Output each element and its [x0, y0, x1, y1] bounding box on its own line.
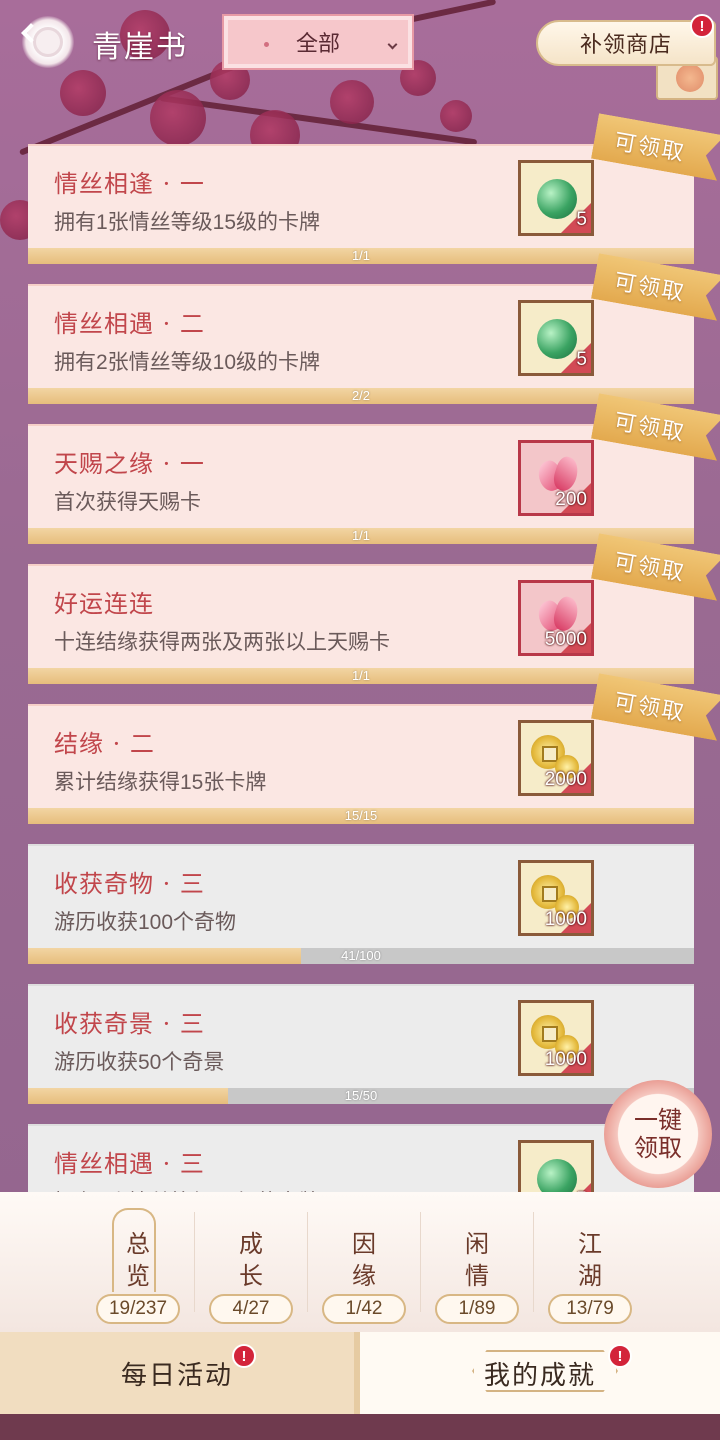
reclaim-shop-button[interactable]: 补领商店	[536, 20, 716, 66]
reward-item[interactable]: 5	[518, 300, 594, 376]
achievement-card[interactable]: 情丝相遇 · 二拥有2张情丝等级10级的卡牌 5 2/2 可领取	[28, 284, 694, 408]
category-tab[interactable]: 闲 情 1/89	[429, 1204, 525, 1324]
reward-quantity: 1000	[544, 909, 587, 930]
dot-icon	[264, 42, 269, 47]
progress-text: 2/2	[351, 388, 371, 403]
claim-tag-label: 可领取	[612, 129, 688, 167]
progress-bar: 15/50	[28, 1088, 694, 1104]
claim-all-button[interactable]: 一键领取	[604, 1080, 712, 1188]
progress-text: 1/1	[351, 668, 371, 683]
category-tab[interactable]: 江 湖 13/79	[542, 1204, 638, 1324]
reward-quantity: 5000	[544, 629, 587, 650]
category-tab[interactable]: 因 缘 1/42	[316, 1204, 412, 1324]
achievement-description: 游历收获50个奇景	[54, 1051, 225, 1074]
shop-notification-badge: !	[690, 14, 714, 38]
active-tab-frame	[472, 1350, 618, 1392]
progress-text: 1/1	[351, 248, 371, 263]
achievement-name: 收获奇景 · 三	[54, 1010, 205, 1038]
achievement-name: 结缘 · 二	[54, 730, 155, 758]
tab-daily-activities[interactable]: 每日活动	[0, 1332, 360, 1414]
progress-bar: 2/2	[28, 388, 694, 404]
reward-quantity: 200	[555, 489, 587, 510]
reward-quantity: 5	[576, 209, 587, 230]
category-count: 13/79	[548, 1294, 632, 1324]
daily-notification-badge: !	[232, 1344, 256, 1368]
reward-item[interactable]: 1000	[518, 1000, 594, 1076]
category-name: 闲 情	[465, 1230, 489, 1290]
claim-tag-label: 可领取	[612, 689, 688, 727]
category-filter-dropdown[interactable]: 全部	[222, 14, 414, 70]
achievement-name: 天赐之缘 · 一	[54, 450, 205, 478]
reward-quantity: 2000	[544, 769, 587, 790]
category-name: 因 缘	[352, 1230, 376, 1290]
progress-bar: 41/100	[28, 948, 694, 964]
reward-quantity: 5	[576, 349, 587, 370]
claim-all-label: 一键领取	[634, 1106, 682, 1162]
daily-tab-label: 每日活动	[120, 1360, 233, 1391]
filter-value: 全部	[295, 31, 340, 56]
category-count: 1/89	[435, 1294, 519, 1324]
achievement-card[interactable]: 结缘 · 二累计结缘获得15张卡牌 2000 15/15 可领取	[28, 704, 694, 828]
progress-text: 1/1	[351, 528, 371, 543]
reward-item[interactable]: 5000	[518, 580, 594, 656]
shop-label: 补领商店	[579, 33, 672, 58]
reward-item[interactable]: 5	[518, 160, 594, 236]
achievement-name: 情丝相遇 · 二	[54, 310, 205, 338]
progress-bar: 1/1	[28, 668, 694, 684]
reward-item[interactable]: 1000	[518, 860, 594, 936]
mine-notification-badge: !	[608, 1344, 632, 1368]
category-tab[interactable]: 总 览 19/237	[90, 1204, 186, 1324]
category-count: 19/237	[96, 1294, 180, 1324]
achievement-description: 首次获得天赐卡	[54, 491, 201, 514]
reward-quantity: 1000	[544, 1049, 587, 1070]
achievement-card[interactable]: 情丝相逢 · 一拥有1张情丝等级15级的卡牌 5 1/1 可领取	[28, 144, 694, 268]
achievement-name: 收获奇物 · 三	[54, 870, 205, 898]
progress-bar: 1/1	[28, 528, 694, 544]
progress-bar: 1/1	[28, 248, 694, 264]
claim-tag-label: 可领取	[612, 549, 688, 587]
achievement-card[interactable]: 好运连连 十连结缘获得两张及两张以上天赐卡 5000 1/1 可领取	[28, 564, 694, 688]
achievement-description: 十连结缘获得两张及两张以上天赐卡	[54, 631, 390, 654]
tab-divider	[307, 1212, 308, 1312]
achievement-card[interactable]: 收获奇景 · 三游历收获50个奇景 1000 15/50	[28, 984, 694, 1108]
footer-strip	[0, 1414, 720, 1440]
achievement-description: 游历收获100个奇物	[54, 911, 237, 934]
category-tabs: 总 览 19/237 成 长 4/27 因 缘 1/42 闲 情 1/89 江 湖 13/79	[0, 1192, 720, 1332]
achievement-description: 拥有1张情丝等级15级的卡牌	[54, 211, 321, 234]
claim-tag-label: 可领取	[612, 409, 688, 447]
chevron-down-icon	[387, 39, 398, 50]
tab-divider	[533, 1212, 534, 1312]
achievement-card[interactable]: 收获奇物 · 三游历收获100个奇物 1000 41/100	[28, 844, 694, 968]
achievement-description: 拥有2张情丝等级10级的卡牌	[54, 351, 321, 374]
claim-tag-label: 可领取	[612, 269, 688, 307]
category-tab[interactable]: 成 长 4/27	[203, 1204, 299, 1324]
tab-divider	[420, 1212, 421, 1312]
progress-bar: 15/15	[28, 808, 694, 824]
reward-item[interactable]: 2000	[518, 720, 594, 796]
category-name: 江 湖	[578, 1230, 602, 1290]
progress-text: 15/15	[344, 808, 378, 823]
page-title: 青崖书	[92, 30, 188, 65]
achievement-card[interactable]: 天赐之缘 · 一首次获得天赐卡 200 1/1 可领取	[28, 424, 694, 548]
fan-icon	[676, 64, 704, 92]
category-count: 4/27	[209, 1294, 293, 1324]
achievement-description: 累计结缘获得15张卡牌	[54, 771, 267, 794]
achievement-name: 好运连连	[54, 590, 154, 618]
progress-text: 41/100	[341, 948, 381, 963]
category-name: 成 长	[239, 1230, 263, 1290]
category-name: 总 览	[126, 1230, 150, 1290]
category-count: 1/42	[322, 1294, 406, 1324]
progress-text: 15/50	[344, 1088, 378, 1103]
achievement-name: 情丝相遇 · 三	[54, 1150, 205, 1178]
achievement-name: 情丝相逢 · 一	[54, 170, 205, 198]
tab-divider	[194, 1212, 195, 1312]
reward-item[interactable]: 200	[518, 440, 594, 516]
